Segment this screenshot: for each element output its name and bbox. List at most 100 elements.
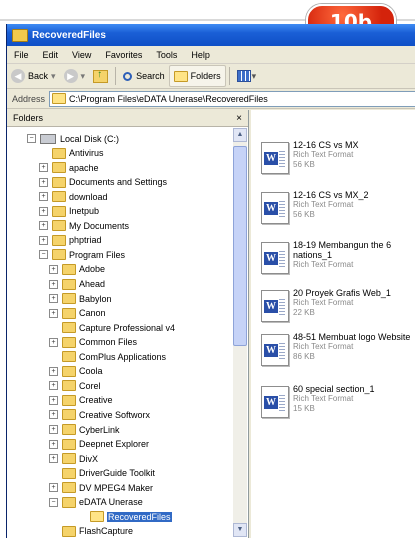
tree-item-label: Program Files: [69, 249, 126, 260]
file-item[interactable]: W 48-51 Membuat logo Website Rich Text For…: [261, 332, 415, 382]
expand-icon[interactable]: +: [49, 366, 58, 376]
collapse-icon[interactable]: −: [39, 250, 48, 260]
file-item[interactable]: W 20 Proyek Grafis Web_1 Rich Text Format 2…: [261, 288, 415, 338]
tree-item[interactable]: − eDATA Unerase: [49, 496, 143, 509]
folder-icon: [52, 249, 66, 261]
address-field[interactable]: C:\Program Files\eDATA Unerase\Recovered…: [49, 90, 415, 107]
folder-icon: [62, 467, 76, 479]
tree-item[interactable]: + Ahead: [49, 278, 105, 291]
file-size: 86 KB: [293, 352, 315, 361]
tree-item[interactable]: + apache: [39, 161, 99, 174]
tree-item[interactable]: + Babylon: [49, 292, 112, 305]
tree-item[interactable]: DriverGuide Toolkit: [49, 467, 155, 480]
back-button[interactable]: ◀ Back ▾: [7, 66, 60, 86]
search-label: Search: [136, 71, 165, 81]
tree-item[interactable]: RecoveredFiles: [77, 510, 172, 523]
expand-icon[interactable]: +: [39, 221, 48, 231]
tree-item[interactable]: + Creative: [49, 394, 113, 407]
expand-icon[interactable]: +: [49, 395, 58, 405]
expand-icon[interactable]: +: [39, 177, 48, 187]
search-button[interactable]: Search: [119, 66, 169, 86]
tree-item[interactable]: + DV MPEG4 Maker: [49, 481, 153, 494]
file-name: 18-19 Membangun the 6 nations_1: [293, 240, 392, 260]
expand-icon[interactable]: +: [39, 163, 48, 173]
scroll-thumb[interactable]: [233, 146, 247, 346]
tree-item[interactable]: + Common Files: [49, 336, 137, 349]
tree-item-label: DV MPEG4 Maker: [79, 482, 154, 493]
folder-icon: [52, 147, 66, 159]
expand-icon[interactable]: +: [49, 454, 58, 464]
expand-icon[interactable]: +: [49, 279, 58, 289]
tree-item-label: Canon: [79, 308, 106, 319]
address-bar: Address C:\Program Files\eDATA Unerase\R…: [7, 89, 415, 109]
forward-dropdown-icon: ▾: [80, 70, 86, 81]
tree-item[interactable]: + Adobe: [49, 263, 105, 276]
tree-item[interactable]: + phptriad: [39, 234, 102, 247]
tree-item[interactable]: ComPlus Applications: [49, 350, 166, 363]
up-button[interactable]: ↑: [89, 66, 112, 86]
tree-item[interactable]: + Canon: [49, 307, 106, 320]
scroll-up-icon[interactable]: ▲: [233, 128, 247, 142]
scroll-down-icon[interactable]: ▼: [233, 523, 247, 537]
expand-icon[interactable]: +: [39, 235, 48, 245]
collapse-icon[interactable]: −: [49, 497, 58, 507]
menu-help[interactable]: Help: [184, 50, 217, 60]
tree-item[interactable]: − Local Disk (C:): [27, 132, 119, 145]
tree-item[interactable]: Capture Professional v4: [49, 321, 175, 334]
tree-item[interactable]: − Program Files: [39, 248, 125, 261]
tree-item[interactable]: + download: [39, 190, 108, 203]
menu-tools[interactable]: Tools: [149, 50, 184, 60]
tree-item[interactable]: + My Documents: [39, 219, 129, 232]
title-bar[interactable]: RecoveredFiles: [7, 24, 415, 46]
folder-icon: [62, 322, 76, 334]
expand-icon[interactable]: +: [39, 192, 48, 202]
forward-button[interactable]: ▶ ▾: [60, 66, 90, 86]
file-item[interactable]: W 18-19 Membangun the 6 nations_1 Rich Tex…: [261, 240, 415, 290]
expand-icon[interactable]: +: [39, 206, 48, 216]
views-button[interactable]: ▾: [233, 66, 261, 86]
menu-file[interactable]: File: [7, 50, 36, 60]
collapse-icon[interactable]: −: [27, 134, 36, 143]
file-details: 12-16 CS vs MX Rich Text Format 56 KB: [293, 140, 415, 170]
menu-edit[interactable]: Edit: [36, 50, 66, 60]
tree-item[interactable]: + CyberLink: [49, 423, 120, 436]
expand-icon[interactable]: +: [49, 264, 58, 274]
expand-icon[interactable]: +: [49, 425, 58, 434]
tree-item[interactable]: FlashCapture: [49, 525, 133, 538]
back-dropdown-icon[interactable]: ▾: [51, 71, 56, 82]
expand-icon[interactable]: +: [49, 337, 58, 347]
expand-icon[interactable]: +: [49, 308, 58, 318]
tree-scrollbar[interactable]: ▲ ▼: [233, 128, 247, 537]
tree-item-label: Common Files: [79, 337, 138, 348]
file-item[interactable]: W 60 special section_1 Rich Text Format 15 …: [261, 384, 415, 434]
folder-icon: [62, 336, 76, 348]
tree-item[interactable]: + Inetpub: [39, 205, 99, 218]
file-item[interactable]: W 12-16 CS vs MX_2 Rich Text Format 56 KB: [261, 190, 415, 240]
expand-icon[interactable]: +: [49, 381, 58, 391]
close-icon[interactable]: ×: [230, 113, 248, 124]
folders-button[interactable]: Folders: [168, 65, 226, 87]
tree-item[interactable]: + Documents and Settings: [39, 176, 167, 189]
views-icon: [236, 70, 251, 82]
tree-item-label: DriverGuide Toolkit: [79, 468, 155, 479]
tree-item[interactable]: + Corel: [49, 379, 101, 392]
menu-view[interactable]: View: [65, 50, 98, 60]
tree-item[interactable]: + Creative Softworx: [49, 408, 150, 421]
expand-icon[interactable]: +: [49, 483, 58, 493]
tree-item[interactable]: + Deepnet Explorer: [49, 438, 149, 451]
expand-icon[interactable]: +: [49, 439, 58, 449]
expand-icon[interactable]: +: [49, 410, 58, 420]
tree-item[interactable]: + DivX: [49, 452, 98, 465]
file-item[interactable]: W 12-16 CS vs MX Rich Text Format 56 KB: [261, 140, 415, 190]
folder-icon: [62, 496, 76, 508]
tree-item[interactable]: Antivirus: [39, 147, 104, 160]
folder-icon: [12, 28, 28, 42]
tree-item-label: My Documents: [69, 220, 130, 231]
tree-item-label: Deepnet Explorer: [79, 439, 150, 450]
up-folder-icon: ↑: [93, 69, 109, 83]
expand-icon[interactable]: +: [49, 294, 58, 304]
tree-item[interactable]: + Coola: [49, 365, 103, 378]
folder-icon: [52, 162, 66, 174]
file-details: 18-19 Membangun the 6 nations_1 Rich Text…: [293, 240, 415, 270]
menu-favorites[interactable]: Favorites: [98, 50, 149, 60]
